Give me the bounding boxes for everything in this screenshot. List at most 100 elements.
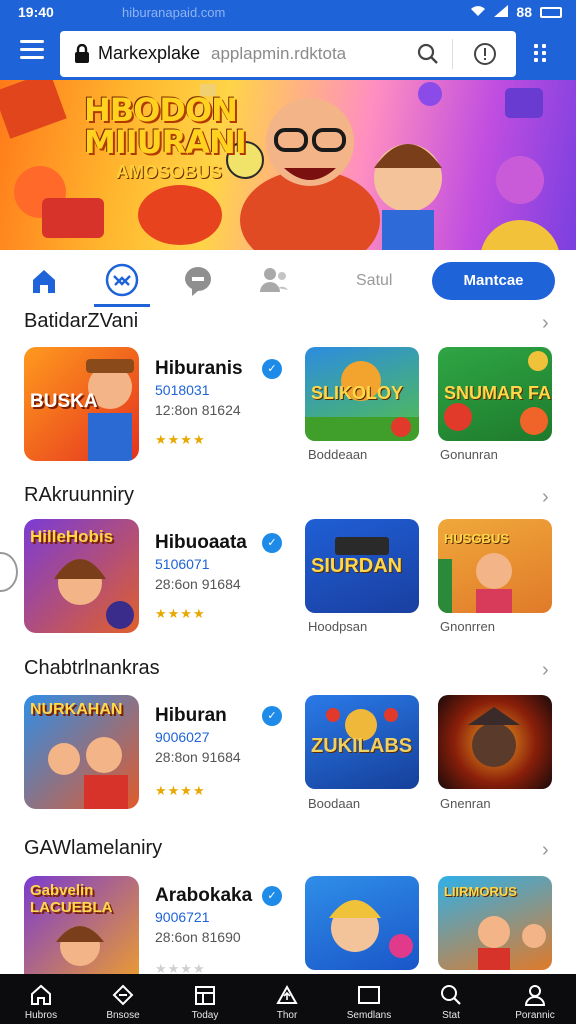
app-size: 28:8on 91684 xyxy=(155,749,241,765)
featured-app-icon[interactable]: BUSKA xyxy=(24,347,139,461)
home-icon xyxy=(31,984,51,1005)
home-icon xyxy=(33,270,55,293)
app-code: 9006721 xyxy=(155,909,210,925)
address-search-bar[interactable]: Markexplake applapmin.rdktota xyxy=(60,31,516,77)
hamburger-menu-button[interactable] xyxy=(20,40,44,60)
dot xyxy=(534,58,538,62)
chevron-right-icon[interactable]: › xyxy=(542,486,549,509)
featured-app-badge: Gabvelin LACUEBLA xyxy=(30,882,113,916)
tile-label: ZUKILABS xyxy=(311,735,413,757)
nav-label: Bnsose xyxy=(106,1010,140,1021)
battery-percent: 88 xyxy=(516,4,532,20)
tab-chat[interactable] xyxy=(178,260,218,300)
category-tabs: Satul Mantcae xyxy=(0,252,576,308)
game-tile[interactable] xyxy=(305,876,419,970)
featured-app-name[interactable]: Hibuoaata xyxy=(155,532,247,554)
chevron-right-icon[interactable]: › xyxy=(542,312,549,335)
featured-app-name[interactable]: Hiburanis xyxy=(155,358,243,380)
game-tile[interactable]: ZUKILABS xyxy=(305,695,419,789)
featured-app-badge: HilleHobis xyxy=(30,527,114,546)
status-url-hint: hiburanapaid.com xyxy=(122,5,226,20)
wifi-icon xyxy=(470,4,486,20)
tile-caption: Boodaan xyxy=(308,796,361,811)
section-title: RAkruunniry xyxy=(24,484,135,506)
featured-app-name[interactable]: Hiburan xyxy=(155,705,227,727)
info-alert-icon[interactable] xyxy=(473,42,497,71)
active-tab-indicator xyxy=(94,304,150,307)
people-icon xyxy=(260,268,288,292)
tab-text-item[interactable]: Satul xyxy=(356,272,392,290)
lock-icon xyxy=(74,43,90,68)
featured-app-icon[interactable]: NURKAHAN xyxy=(24,695,139,809)
nav-label: Stat xyxy=(442,1010,460,1021)
status-bar: 19:40 hiburanapaid.com 88 xyxy=(0,0,576,26)
tile-caption: Boddeaan xyxy=(308,447,368,462)
dot xyxy=(542,44,546,48)
featured-app-badge: BUSKA xyxy=(30,391,98,412)
hero-banner[interactable]: HBODON MIIURANI AMOSOBUS xyxy=(0,80,576,250)
nav-item-semdlans[interactable]: Semdlans xyxy=(328,974,410,1024)
featured-app-name[interactable]: Arabokaka xyxy=(155,885,252,907)
tab-home[interactable] xyxy=(24,260,64,300)
verified-icon: ✓ xyxy=(262,886,282,906)
more-options-button[interactable] xyxy=(534,42,548,62)
verified-icon: ✓ xyxy=(262,533,282,553)
status-icons: 88 xyxy=(470,4,562,20)
dot xyxy=(534,44,538,48)
game-tile[interactable]: LIIRMORUS xyxy=(438,876,552,970)
tile-label: SNUMAR FARMS xyxy=(444,383,552,403)
banner-subtitle: AMOSOBUS xyxy=(116,162,223,182)
game-tile[interactable]: SNUMAR FARMS xyxy=(438,347,552,441)
tile-art xyxy=(329,900,413,958)
nav-item-home[interactable]: Hubros xyxy=(0,974,82,1024)
top-app-bar: 19:40 hiburanapaid.com 88 Markexplake ap… xyxy=(0,0,576,80)
menu-line xyxy=(20,48,44,51)
signal-icon xyxy=(494,4,509,20)
nav-item-profile[interactable]: Porannic xyxy=(494,974,576,1024)
game-tile[interactable] xyxy=(438,695,552,789)
side-drawer-handle[interactable] xyxy=(0,552,18,592)
search-divider xyxy=(452,39,453,69)
nav-item-stat[interactable]: Stat xyxy=(410,974,492,1024)
search-icon[interactable] xyxy=(416,42,440,71)
primary-cta-button[interactable]: Mantcae xyxy=(432,262,555,300)
dot xyxy=(542,51,546,55)
tile-caption: Gnonrren xyxy=(440,619,495,634)
app-code: 5106071 xyxy=(155,556,210,572)
banner-title-line1: HBODON xyxy=(84,91,238,129)
nav-item-today[interactable]: Today xyxy=(164,974,246,1024)
featured-app-icon[interactable]: Gabvelin LACUEBLA xyxy=(24,876,139,990)
nav-item-store[interactable]: Bnsose xyxy=(82,974,164,1024)
site-brand: Markexplake xyxy=(98,43,201,63)
banner-title-line2: MIIURANI xyxy=(84,123,247,161)
tile-label: HUSGBUS xyxy=(444,531,510,546)
nav-label: Porannic xyxy=(515,1010,555,1021)
tab-people[interactable] xyxy=(254,260,294,300)
menu-line xyxy=(20,40,44,43)
search-icon xyxy=(441,985,461,1005)
star-rating: ★★★★ xyxy=(155,432,206,447)
tile-caption: Gnenran xyxy=(440,796,491,811)
verified-icon: ✓ xyxy=(262,359,282,379)
app-size: 28:6on 81690 xyxy=(155,929,241,945)
section-title: GAWlamelaniry xyxy=(24,837,163,859)
app-size: 12:8on 81624 xyxy=(155,402,241,418)
nav-item-thor[interactable]: Thor xyxy=(246,974,328,1024)
game-tile[interactable]: SLIKOLOY xyxy=(305,347,419,441)
game-tile[interactable]: SIURDAN xyxy=(305,519,419,613)
tab-games[interactable] xyxy=(102,260,142,300)
nav-label: Thor xyxy=(276,1010,298,1021)
featured-app-icon[interactable]: HilleHobis xyxy=(24,519,139,633)
game-tile[interactable]: HUSGBUS xyxy=(438,519,552,613)
chevron-right-icon[interactable]: › xyxy=(542,839,549,862)
calendar-icon xyxy=(195,986,215,1005)
featured-app-badge: NURKAHAN xyxy=(30,701,123,718)
battery-icon xyxy=(540,6,562,18)
chevron-right-icon[interactable]: › xyxy=(542,659,549,682)
upload-icon xyxy=(276,984,298,1004)
section-title: BatidarZVani xyxy=(24,310,139,332)
tile-caption: Gonunran xyxy=(440,447,498,462)
profile-icon xyxy=(524,985,546,1006)
bottom-navigation: Hubros Bnsose Today Thor Semdlans Stat P… xyxy=(0,974,576,1024)
tile-label: SLIKOLOY xyxy=(311,383,404,403)
